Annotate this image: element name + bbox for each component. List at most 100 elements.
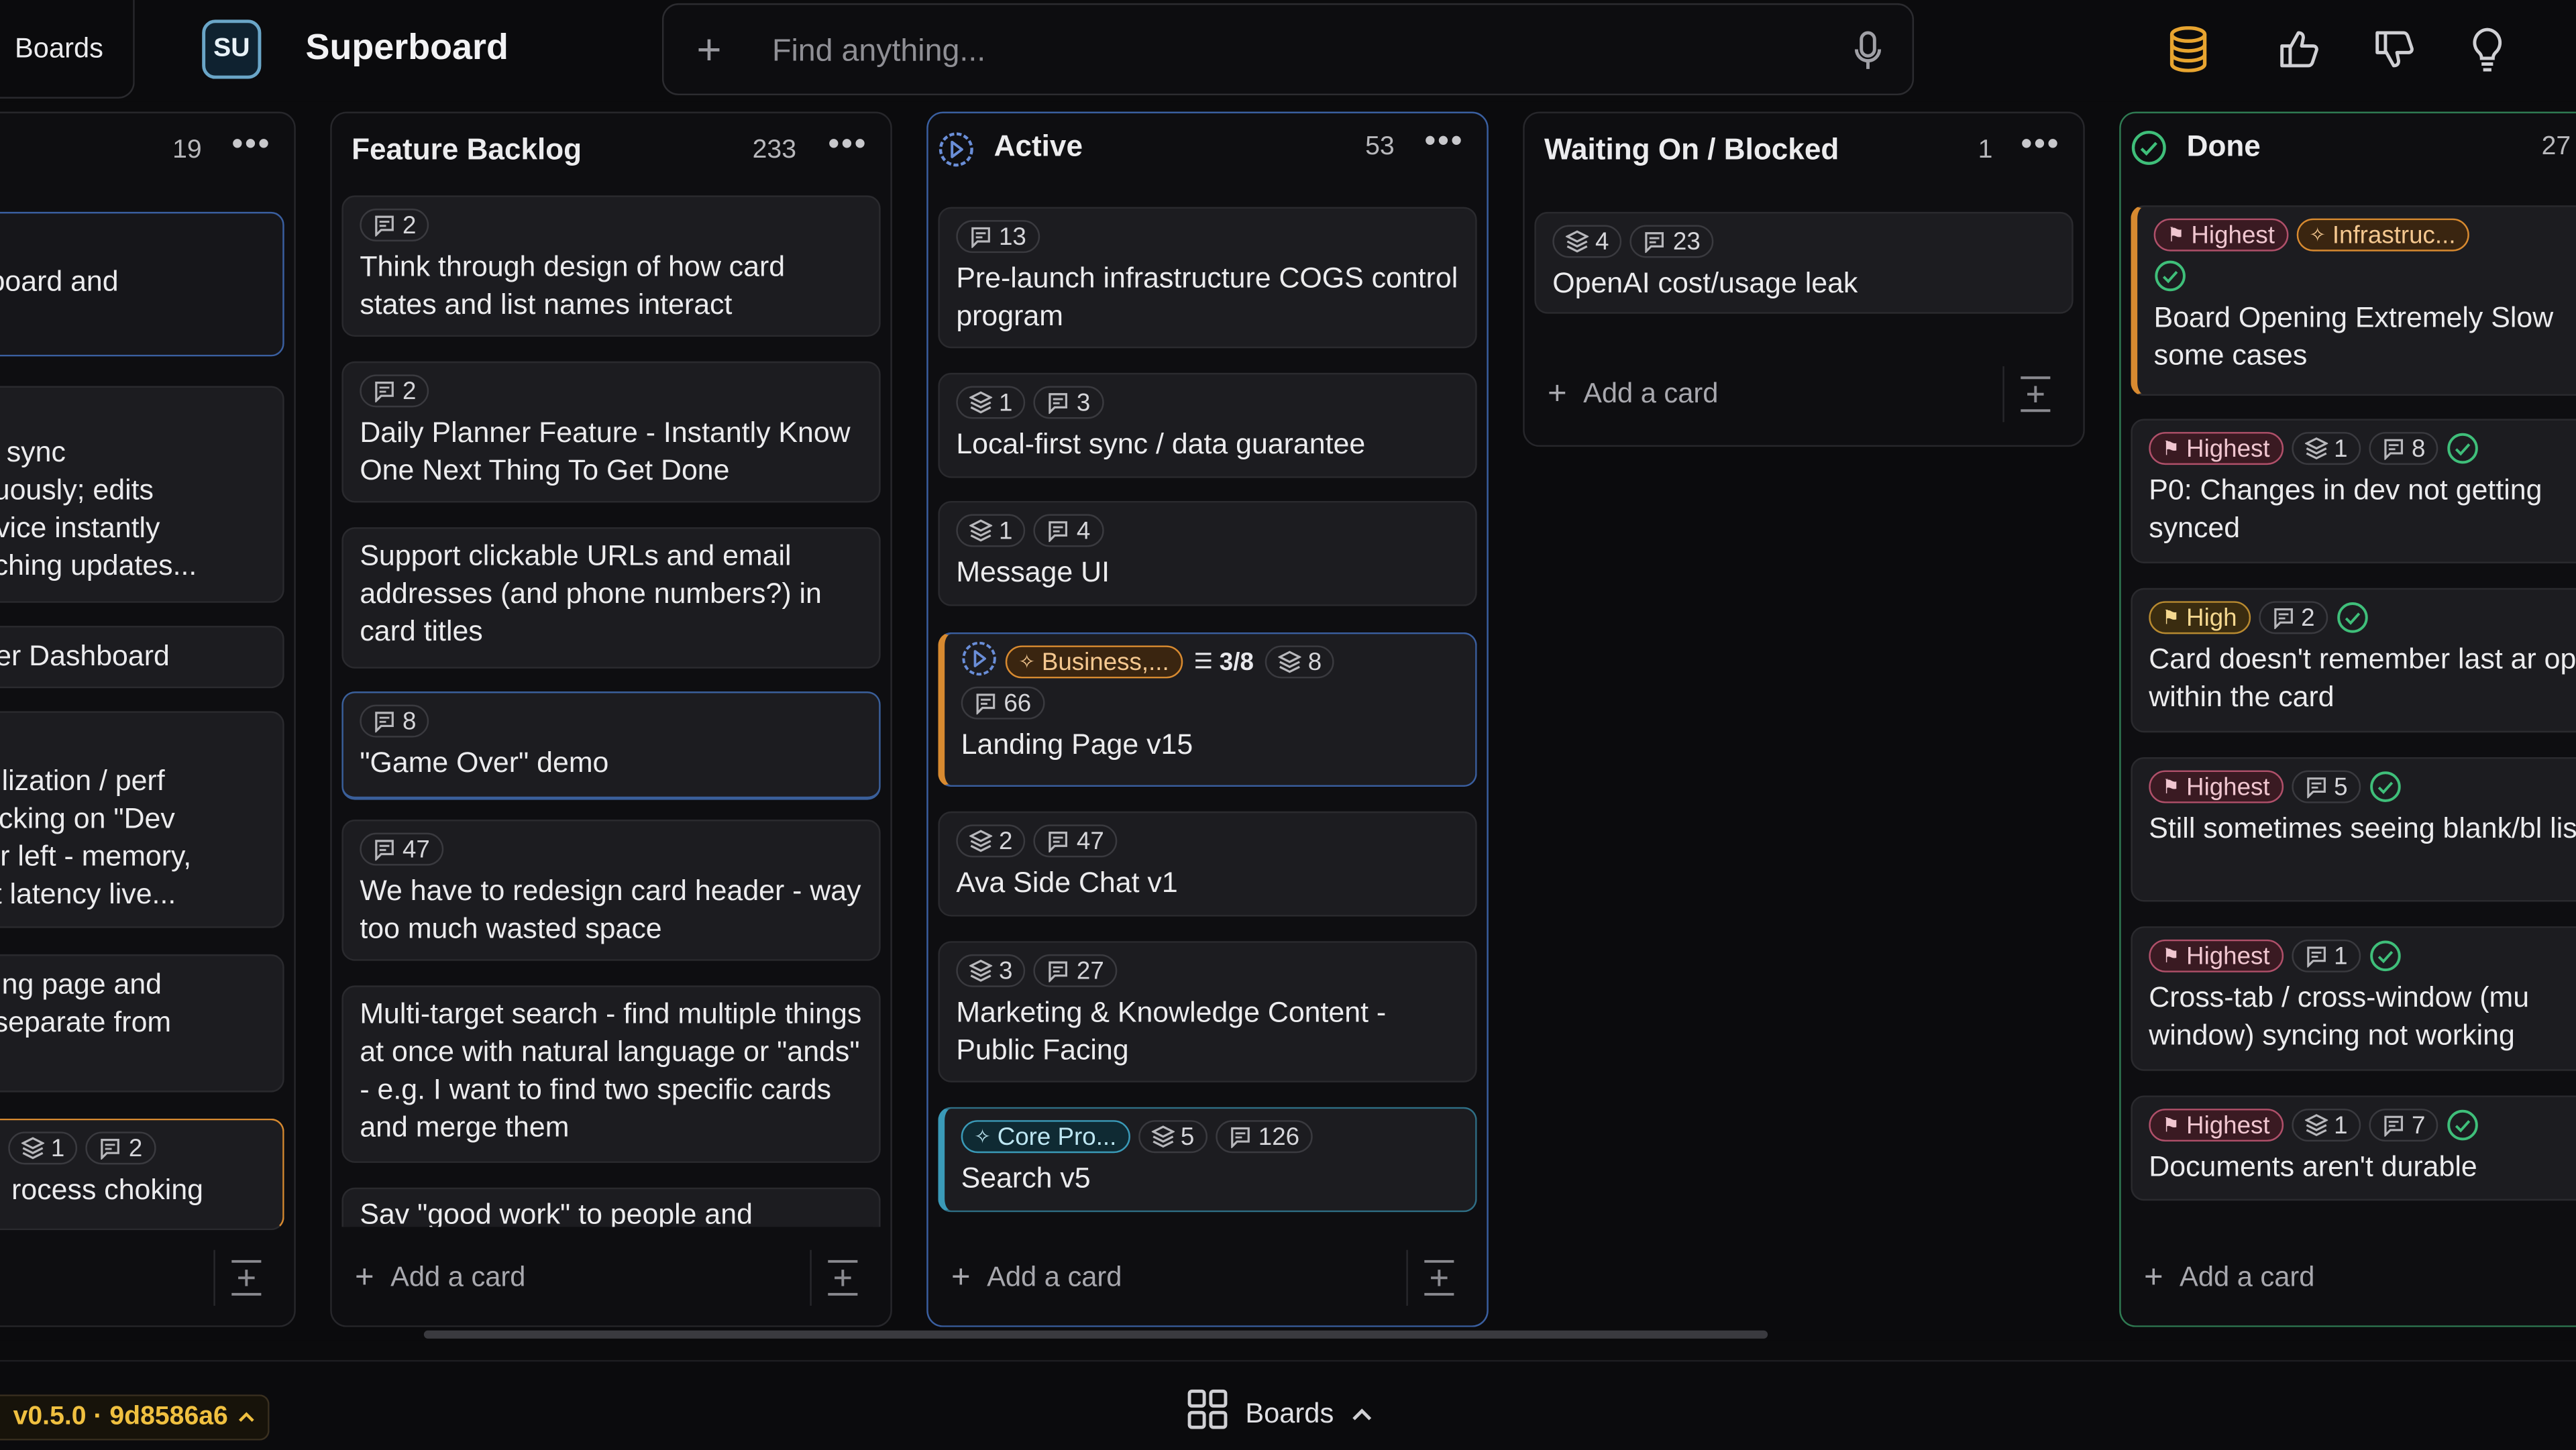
boards-button[interactable]: Boards	[0, 0, 135, 99]
card-title: We have to redesign card header - way to…	[360, 873, 861, 945]
layers-badge: 8	[1265, 645, 1335, 679]
priority-badge[interactable]: ⚑ High	[2149, 601, 2251, 634]
card-title: OpenAI cost/usage leak	[1552, 266, 1858, 299]
add-section-icon[interactable]	[213, 1249, 278, 1306]
tag-badge[interactable]: ✧ Business,...	[1005, 645, 1183, 679]
bottom-bar: v0.5.0 · 9d8586a6 Boards	[0, 1359, 2576, 1450]
more-icon[interactable]: •••	[2021, 127, 2060, 164]
tag-badge[interactable]: ✧ Core Pro...	[961, 1120, 1130, 1154]
priority-badge[interactable]: ⚑ Highest	[2149, 432, 2284, 465]
card[interactable]: 47 We have to redesign card header - way…	[341, 820, 881, 961]
column-count: 19	[172, 136, 202, 164]
card[interactable]: 2 Daily Planner Feature - Instantly Know…	[341, 361, 881, 503]
grid-icon	[1186, 1388, 1229, 1439]
card-title: Card doesn't remember last ar open withi…	[2149, 642, 2576, 713]
add-card-button[interactable]: + Add a card	[1548, 366, 1719, 422]
column-done: Done 27 ⚑ Highest ✧ Infrastruc... Board Op…	[2119, 111, 2576, 1327]
card[interactable]: ✧ Business,... ☰ 3/8 8 66 Landing Page v15	[938, 632, 1477, 787]
comments-badge: 13	[956, 220, 1040, 254]
card[interactable]: 13 Pre-launch infrastructure COGS contro…	[938, 207, 1477, 349]
add-section-icon[interactable]	[1406, 1249, 1470, 1306]
lightbulb-icon[interactable]	[2461, 23, 2514, 75]
scrollbar-thumb[interactable]	[423, 1330, 1768, 1339]
card[interactable]: 4 23 OpenAI cost/usage leak	[1534, 211, 2074, 314]
layers-badge: 5	[1138, 1120, 1208, 1154]
version-badge[interactable]: v0.5.0 · 9d8586a6	[0, 1394, 270, 1441]
check-circle-icon	[2131, 129, 2167, 174]
card[interactable]: 3 27 Marketing & Knowledge Content - Pub…	[938, 941, 1477, 1082]
card[interactable]: ⚑ Highest ✧ Infrastruc... Board Opening Ex…	[2131, 205, 2576, 396]
card[interactable]: Multi-target search - find multiple thin…	[341, 985, 881, 1163]
card[interactable]: e utilization / perf n clicking on "Dev …	[0, 711, 284, 928]
column-count: 233	[752, 136, 797, 164]
card[interactable]: ✧ Core Pro... 5 126 Search v5	[938, 1107, 1477, 1213]
column-partial: 19 ••• perboard and way sync ntinuously;…	[0, 111, 296, 1327]
card-title: Ava Side Chat v1	[956, 865, 1178, 899]
card[interactable]: under Dashboard	[0, 626, 284, 689]
card-title: Multi-target search - find multiple thin…	[360, 997, 862, 1144]
priority-badge[interactable]: ⚑ Highest	[2149, 770, 2284, 803]
priority-badge[interactable]: ⚑ Highest	[2153, 218, 2288, 252]
card-title: under Dashboard	[0, 638, 170, 672]
column-header: Done 27	[2121, 113, 2576, 186]
card-title: Sav "good work" to people and	[360, 1197, 753, 1227]
add-icon[interactable]: +	[696, 28, 721, 71]
card[interactable]: way sync ntinuously; edits , device inst…	[0, 386, 284, 603]
card[interactable]: anding page and tes separate from	[0, 954, 284, 1093]
horizontal-scrollbar[interactable]	[0, 1327, 2576, 1341]
microphone-icon[interactable]	[1853, 31, 1882, 79]
column-header: Feature Backlog 233 •••	[332, 113, 891, 186]
comments-badge: 2	[2258, 601, 2328, 634]
thumbs-up-icon[interactable]	[2272, 23, 2324, 75]
database-icon[interactable]	[2162, 23, 2214, 75]
card[interactable]: ⚑ Highest 5 Still sometimes seeing blank/…	[2131, 757, 2576, 902]
card-title: anding page and tes separate from	[0, 967, 172, 1038]
card-title: Daily Planner Feature - Instantly Know O…	[360, 415, 851, 486]
comments-badge: 27	[1034, 954, 1118, 987]
card[interactable]: 1 3 Local-first sync / data guarantee	[938, 372, 1477, 478]
add-card-button[interactable]: + Add a card	[951, 1250, 1122, 1306]
card-title: Documents aren't durable	[2149, 1150, 2477, 1183]
card[interactable]: ⚑ Highest 1 7 Documents aren't durable	[2131, 1095, 2576, 1201]
more-icon[interactable]: •••	[231, 127, 271, 164]
tag-badge[interactable]: ✧ Infrastruc...	[2296, 218, 2469, 252]
priority-badge[interactable]: ⚑ Highest	[2149, 939, 2284, 972]
top-bar: Boards SU Superboard +	[0, 0, 2576, 102]
more-icon[interactable]: •••	[1424, 123, 1464, 161]
card[interactable]: ⚑ High 2 Card doesn't remember last ar op…	[2131, 588, 2576, 733]
comments-badge: 3	[1034, 386, 1104, 419]
card[interactable]: perboard and	[0, 211, 284, 357]
card[interactable]: 8 "Game Over" demo	[341, 691, 881, 800]
card[interactable]: 2 Think through design of how card state…	[341, 195, 881, 337]
in-progress-icon	[961, 640, 998, 684]
avatar[interactable]: SU	[202, 19, 262, 79]
add-section-icon[interactable]	[810, 1249, 874, 1306]
boards-tab[interactable]: Boards	[1186, 1388, 1373, 1439]
check-circle-icon	[2447, 1109, 2479, 1141]
card[interactable]: ⚑ Highest 1 Cross-tab / cross-window (mu …	[2131, 926, 2576, 1071]
comments-badge: 8	[360, 704, 430, 738]
layers-badge: 1	[8, 1131, 78, 1165]
comments-badge: 8	[2369, 432, 2439, 465]
add-card-row: + Add a card	[2131, 1250, 2576, 1306]
card[interactable]: 1 2 rocess choking	[0, 1118, 284, 1231]
check-circle-icon	[2369, 771, 2402, 803]
column-count: 1	[1978, 136, 1993, 164]
comments-badge: 66	[961, 686, 1044, 720]
card-title: rocess choking	[11, 1172, 204, 1206]
search-input[interactable]	[769, 27, 1794, 78]
priority-badge[interactable]: ⚑ Highest	[2149, 1109, 2284, 1142]
checklist-badge: ☰ 3/8	[1193, 648, 1254, 676]
add-card-button[interactable]: + Add a card	[355, 1250, 526, 1306]
column-waiting-blocked: Waiting On / Blocked 1 ••• 4 23 OpenAI c…	[1523, 111, 2085, 447]
add-card-button[interactable]: + Add a card	[2144, 1250, 2315, 1306]
card[interactable]: Support clickable URLs and email address…	[341, 527, 881, 669]
thumbs-down-icon[interactable]	[2367, 23, 2420, 75]
card[interactable]: 1 4 Message UI	[938, 500, 1477, 606]
card[interactable]: ⚑ Highest 1 8 P0: Changes in dev not gett…	[2131, 419, 2576, 564]
add-section-icon[interactable]	[2002, 366, 2067, 423]
check-circle-icon	[2154, 260, 2187, 292]
more-icon[interactable]: •••	[828, 127, 867, 164]
card[interactable]: Sav "good work" to people and	[341, 1187, 881, 1227]
card[interactable]: 2 47 Ava Side Chat v1	[938, 811, 1477, 917]
